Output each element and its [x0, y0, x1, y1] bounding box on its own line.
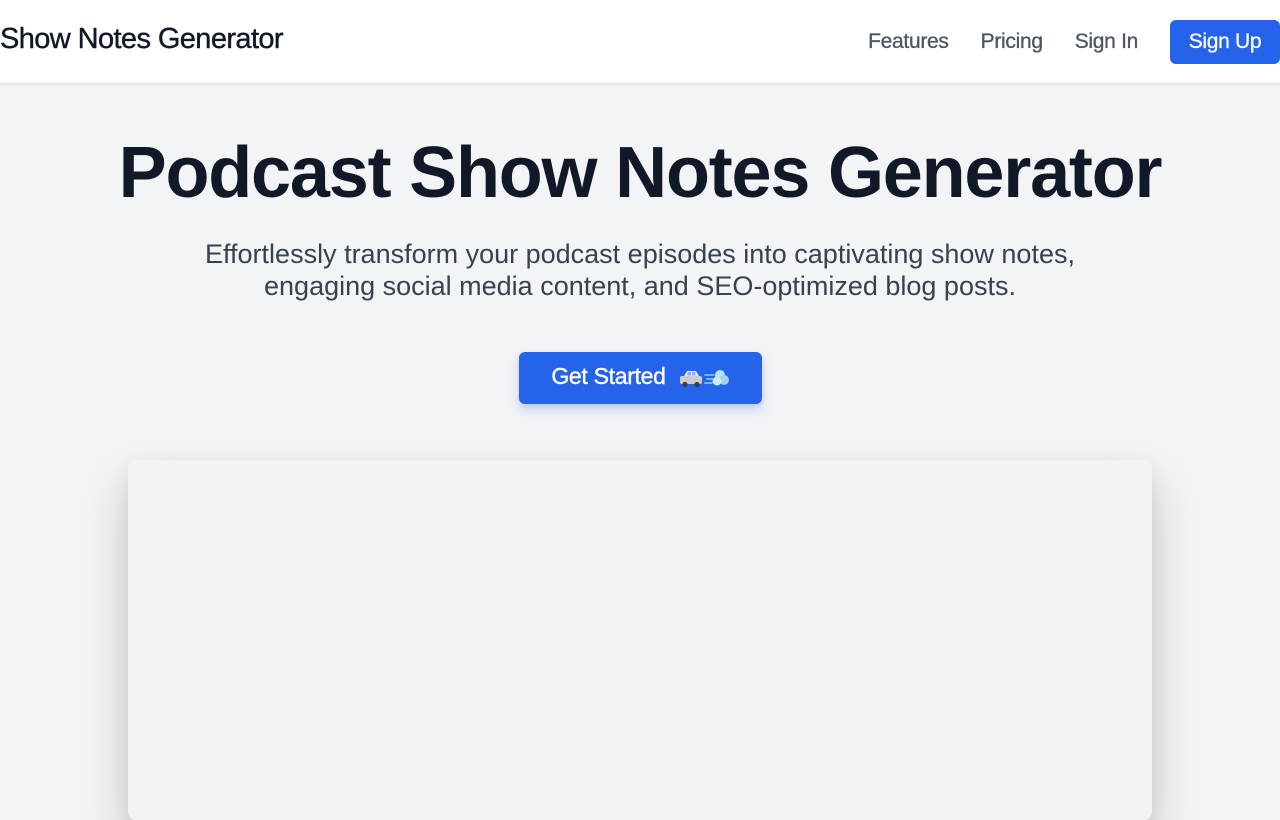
get-started-label: Get Started [551, 362, 666, 389]
hero-subtitle: Effortlessly transform your podcast epis… [205, 239, 1075, 301]
sign-up-button[interactable]: Sign Up [1170, 20, 1280, 64]
nav-link-sign-in[interactable]: Sign In [1075, 30, 1139, 54]
top-navbar: Show Notes Generator Features Pricing Si… [0, 0, 1280, 84]
cta-icons [678, 367, 730, 389]
car-icon [679, 371, 702, 388]
get-started-button[interactable]: Get Started [519, 352, 762, 404]
brand-logo-text[interactable]: Show Notes Generator [0, 23, 284, 56]
nav-link-features[interactable]: Features [868, 30, 949, 54]
nav-links: Features Pricing Sign In Sign Up [868, 20, 1280, 64]
hero-title: Podcast Show Notes Generator [118, 133, 1163, 213]
dash-puff-icon [703, 370, 729, 386]
nav-link-pricing[interactable]: Pricing [980, 30, 1043, 54]
product-preview-card [128, 460, 1152, 820]
